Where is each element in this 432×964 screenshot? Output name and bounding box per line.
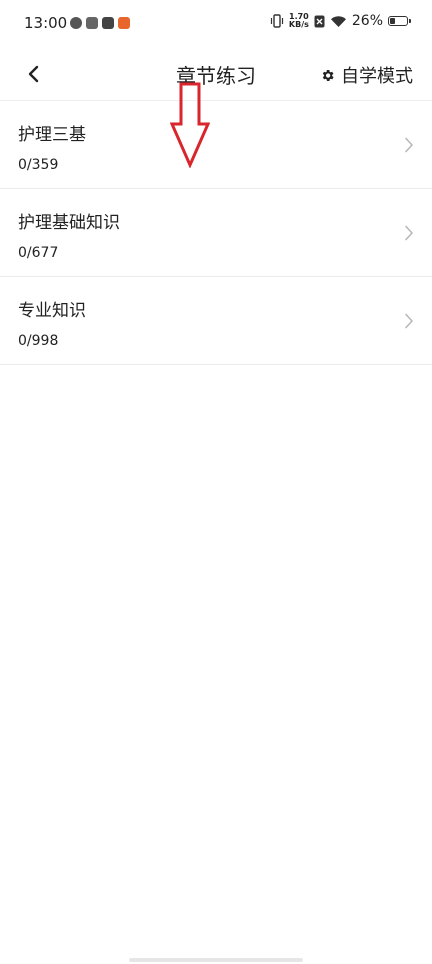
battery-percent: 26% xyxy=(351,13,383,29)
self-study-mode-label: 自学模式 xyxy=(341,66,413,87)
header: 章节练习 自学模式 xyxy=(0,50,432,100)
chapter-list: 护理三基 0/359 护理基础知识 0/677 专业知识 0/998 xyxy=(0,101,432,365)
chevron-right-icon xyxy=(405,137,413,153)
net-speed-unit: KB/s xyxy=(288,20,309,29)
back-button[interactable] xyxy=(18,59,48,89)
gear-icon xyxy=(322,69,334,81)
status-bar: 13:00 1.70 KB/s 26% xyxy=(0,0,432,50)
chapter-list-item[interactable]: 护理基础知识 0/677 xyxy=(0,189,432,277)
battery-tip xyxy=(409,19,411,23)
chevron-right-icon xyxy=(405,225,413,241)
wifi-icon xyxy=(330,15,346,27)
net-speed: 1.70 KB/s xyxy=(289,13,309,29)
home-indicator[interactable] xyxy=(129,958,303,962)
battery-icon xyxy=(388,16,411,26)
chapter-title: 专业知识 xyxy=(18,301,86,321)
chapter-progress: 0/359 xyxy=(18,157,59,173)
app-notification-icon xyxy=(70,17,82,29)
chapter-progress: 0/998 xyxy=(18,333,59,349)
battery-fill xyxy=(390,18,395,24)
chapter-progress: 0/677 xyxy=(18,245,59,261)
screen: 13:00 1.70 KB/s 26% 章节练习 自学模式 护理三基 0/359… xyxy=(0,0,432,964)
app-notification-icon xyxy=(86,17,98,29)
app-notification-icon xyxy=(102,17,114,29)
app-notification-icon xyxy=(118,17,130,29)
back-arrow-icon xyxy=(28,65,39,83)
status-right: 1.70 KB/s 26% xyxy=(270,13,411,29)
chevron-right-icon xyxy=(405,313,413,329)
sim-off-icon xyxy=(314,15,325,27)
chapter-title: 护理基础知识 xyxy=(18,213,120,233)
chapter-list-item[interactable]: 专业知识 0/998 xyxy=(0,277,432,365)
vibrate-icon xyxy=(270,14,283,28)
status-time: 13:00 xyxy=(24,14,68,32)
self-study-mode-button[interactable]: 自学模式 xyxy=(320,62,413,88)
chapter-title: 护理三基 xyxy=(18,125,86,145)
chapter-list-item[interactable]: 护理三基 0/359 xyxy=(0,101,432,189)
notification-icons xyxy=(70,17,130,29)
